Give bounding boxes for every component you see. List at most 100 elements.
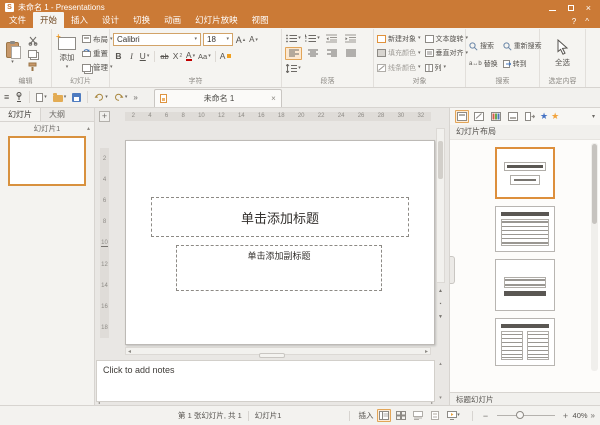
- numbering-button[interactable]: ▾: [304, 32, 321, 45]
- zoom-slider-knob[interactable]: [516, 411, 524, 419]
- text-rotate-button[interactable]: 文本旋转 ▾: [425, 33, 469, 44]
- change-case-button[interactable]: Aa▾: [198, 50, 211, 62]
- touch-mode-button[interactable]: [15, 92, 23, 102]
- maximize-button[interactable]: [568, 3, 574, 13]
- slide-sorter-view-button[interactable]: [394, 409, 408, 422]
- slide-layout-tab[interactable]: [455, 110, 469, 123]
- slide-group-header[interactable]: 幻灯片1 ▴: [0, 122, 94, 135]
- close-button[interactable]: ×: [586, 3, 591, 13]
- font-name-select[interactable]: Calibri ▾: [113, 33, 201, 46]
- italic-button[interactable]: I: [126, 50, 137, 62]
- save-button[interactable]: [72, 93, 81, 102]
- layout-button[interactable]: 布局 ▾: [82, 33, 113, 46]
- menu-button[interactable]: ≡: [4, 92, 9, 102]
- layout-option-title-slide[interactable]: [495, 147, 555, 199]
- collapse-ribbon-button[interactable]: ^: [585, 17, 589, 26]
- layout-option-title-content[interactable]: [495, 206, 555, 252]
- menu-tab[interactable]: 动画: [157, 12, 188, 28]
- notes-scrollbar[interactable]: ▴▾: [436, 361, 445, 401]
- layout-option-section[interactable]: [495, 259, 555, 311]
- open-button[interactable]: ▾: [53, 93, 67, 102]
- scroll-left-arrow[interactable]: ◂: [98, 400, 100, 405]
- format-painter-button[interactable]: [26, 61, 39, 73]
- statusbar-more-button[interactable]: »: [591, 411, 595, 420]
- layout-option-two-content[interactable]: [495, 318, 555, 366]
- panel-tab[interactable]: 大纲: [41, 108, 73, 121]
- fill-color-button[interactable]: 填充颜色 ▾: [377, 48, 421, 59]
- manage-button[interactable]: 管理 ▾: [82, 61, 113, 74]
- vertical-ruler[interactable]: 24681012141618: [100, 148, 109, 338]
- scroll-down-arrow[interactable]: ▾: [439, 395, 442, 401]
- menu-tab[interactable]: 视图: [245, 12, 276, 28]
- redo-button[interactable]: ▾: [114, 93, 128, 101]
- minimize-button[interactable]: [549, 3, 556, 13]
- zoom-slider[interactable]: [497, 415, 555, 416]
- scrollbar-thumb[interactable]: [438, 141, 443, 179]
- align-right-button[interactable]: [323, 47, 340, 60]
- justify-button[interactable]: [342, 47, 359, 60]
- superscript-button[interactable]: X2: [172, 50, 183, 62]
- strikethrough-button[interactable]: ab: [159, 50, 170, 62]
- select-all-button[interactable]: 全选: [552, 37, 573, 70]
- zoom-level[interactable]: 40%: [573, 411, 588, 420]
- scroll-right-arrow[interactable]: ▸: [431, 400, 433, 405]
- menu-tab[interactable]: 开始: [33, 12, 64, 28]
- font-color-button[interactable]: A▾: [185, 50, 196, 62]
- previous-slide-button[interactable]: ▲: [438, 288, 443, 294]
- insert-mode-indicator[interactable]: 插入: [359, 410, 374, 421]
- title-placeholder[interactable]: 单击添加标题: [151, 197, 409, 237]
- font-size-select[interactable]: 18 ▾: [203, 33, 233, 46]
- notes-splitter-handle[interactable]: [259, 353, 285, 358]
- line-color-button[interactable]: 线条颜色 ▾: [377, 62, 421, 73]
- undo-button[interactable]: ▾: [94, 93, 108, 101]
- transition-tab[interactable]: [523, 110, 537, 123]
- normal-view-button[interactable]: [377, 409, 391, 422]
- horizontal-ruler[interactable]: 2468101214161820222426283032: [125, 112, 431, 121]
- search-button[interactable]: 搜索: [469, 41, 498, 52]
- next-slide-button[interactable]: ▼: [438, 314, 443, 320]
- notes-pane[interactable]: Click to add notes: [96, 360, 435, 402]
- text-effect-button[interactable]: A: [220, 50, 232, 62]
- animation-tab[interactable]: [506, 110, 520, 123]
- reset-button[interactable]: 重置: [82, 47, 113, 60]
- more-commands-button[interactable]: »: [133, 93, 137, 102]
- scroll-up-arrow[interactable]: ▴: [439, 361, 442, 367]
- shrink-font-button[interactable]: A▾: [248, 34, 259, 46]
- new-object-button[interactable]: 新建对象 ▾: [377, 33, 421, 44]
- design-tab[interactable]: [472, 110, 486, 123]
- cut-button[interactable]: [26, 35, 39, 47]
- notes-h-scrollbar[interactable]: ◂▸: [96, 400, 435, 405]
- vertical-align-button[interactable]: 垂直对齐 ▾: [425, 48, 469, 59]
- line-spacing-button[interactable]: ▾: [285, 62, 302, 75]
- increase-indent-button[interactable]: [342, 32, 359, 45]
- slideshow-button[interactable]: ▾: [445, 409, 463, 422]
- menu-tab[interactable]: 切换: [126, 12, 157, 28]
- grow-font-button[interactable]: A▴: [235, 34, 246, 46]
- panel-collapse-handle[interactable]: [450, 256, 455, 284]
- align-center-button[interactable]: [304, 47, 321, 60]
- menu-tab[interactable]: 插入: [64, 12, 95, 28]
- underline-button[interactable]: U▾: [139, 50, 150, 62]
- close-tab-icon[interactable]: ×: [271, 94, 276, 103]
- chevron-down-icon[interactable]: ▾: [592, 113, 595, 120]
- reading-view-button[interactable]: [411, 409, 425, 422]
- color-scheme-tab[interactable]: [489, 110, 503, 123]
- menu-tab[interactable]: 幻灯片放映: [188, 12, 245, 28]
- bold-button[interactable]: B: [113, 50, 124, 62]
- slide-canvas[interactable]: 单击添加标题 单击添加副标题: [125, 140, 435, 345]
- document-tab[interactable]: 未命名 1 ×: [154, 89, 282, 107]
- scrollbar-thumb[interactable]: [592, 144, 597, 224]
- research-button[interactable]: 重新搜索: [503, 41, 542, 52]
- zoom-in-button[interactable]: +: [562, 411, 570, 421]
- scroll-right-arrow[interactable]: ▸: [425, 348, 428, 355]
- vertical-scrollbar[interactable]: [436, 128, 445, 283]
- panel-tab[interactable]: 幻灯片: [0, 108, 41, 121]
- bullets-button[interactable]: ▾: [285, 32, 302, 45]
- new-document-button[interactable]: ▾: [36, 93, 47, 102]
- goto-button[interactable]: 转到: [503, 59, 542, 70]
- zoom-out-button[interactable]: −: [482, 411, 490, 421]
- columns-button[interactable]: 列 ▾: [425, 62, 469, 73]
- panel-scrollbar[interactable]: [591, 143, 598, 371]
- notes-page-view-button[interactable]: [428, 409, 442, 422]
- add-slide-button[interactable]: 添加 ▾: [55, 32, 79, 75]
